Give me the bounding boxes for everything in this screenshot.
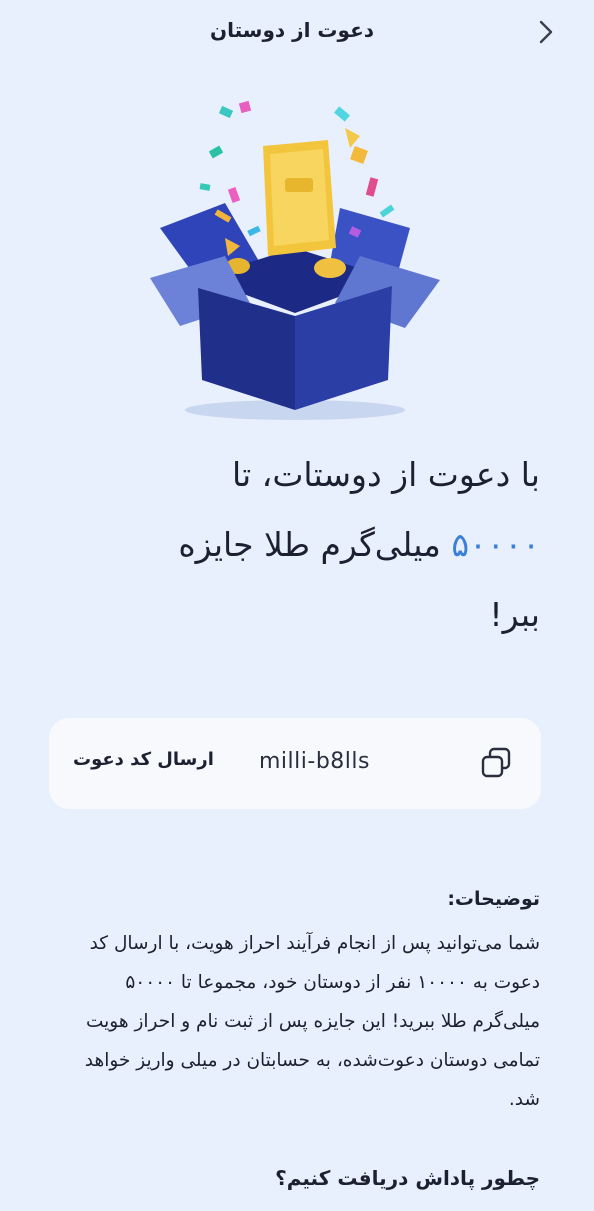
hero-gift-box-illustration: [140, 88, 450, 423]
description-body: شما می‌توانید پس از انجام فرآیند احراز ه…: [84, 933, 540, 1110]
promo-headline: با دعوت از دوستات، تا ۵۰۰۰۰ میلی‌گرم طلا…: [60, 440, 540, 650]
top-bar: دعوت از دوستان: [0, 0, 594, 64]
headline-line-2: ۵۰۰۰۰ میلی‌گرم طلا جایزه: [60, 510, 540, 580]
reward-amount: ۵۰۰۰۰: [451, 525, 540, 564]
copy-code-button[interactable]: [475, 742, 517, 784]
headline-line-1: با دعوت از دوستات، تا: [231, 455, 540, 494]
invite-code-card: milli-b8lls ارسال کد دعوت: [49, 718, 541, 809]
chevron-right-icon: [539, 20, 553, 44]
back-button[interactable]: [532, 18, 560, 46]
page-title: دعوت از دوستان: [210, 18, 374, 42]
description-title: توضیحات:: [447, 888, 540, 910]
how-to-get-reward-title: چطور پاداش دریافت کنیم؟: [275, 1166, 540, 1190]
headline-line-3: ببر!: [489, 595, 540, 634]
copy-icon: [481, 747, 511, 778]
send-invite-code-button[interactable]: ارسال کد دعوت: [73, 749, 214, 770]
invite-code-value: milli-b8lls: [259, 749, 370, 774]
headline-line-2-text: میلی‌گرم طلا جایزه: [178, 525, 441, 564]
